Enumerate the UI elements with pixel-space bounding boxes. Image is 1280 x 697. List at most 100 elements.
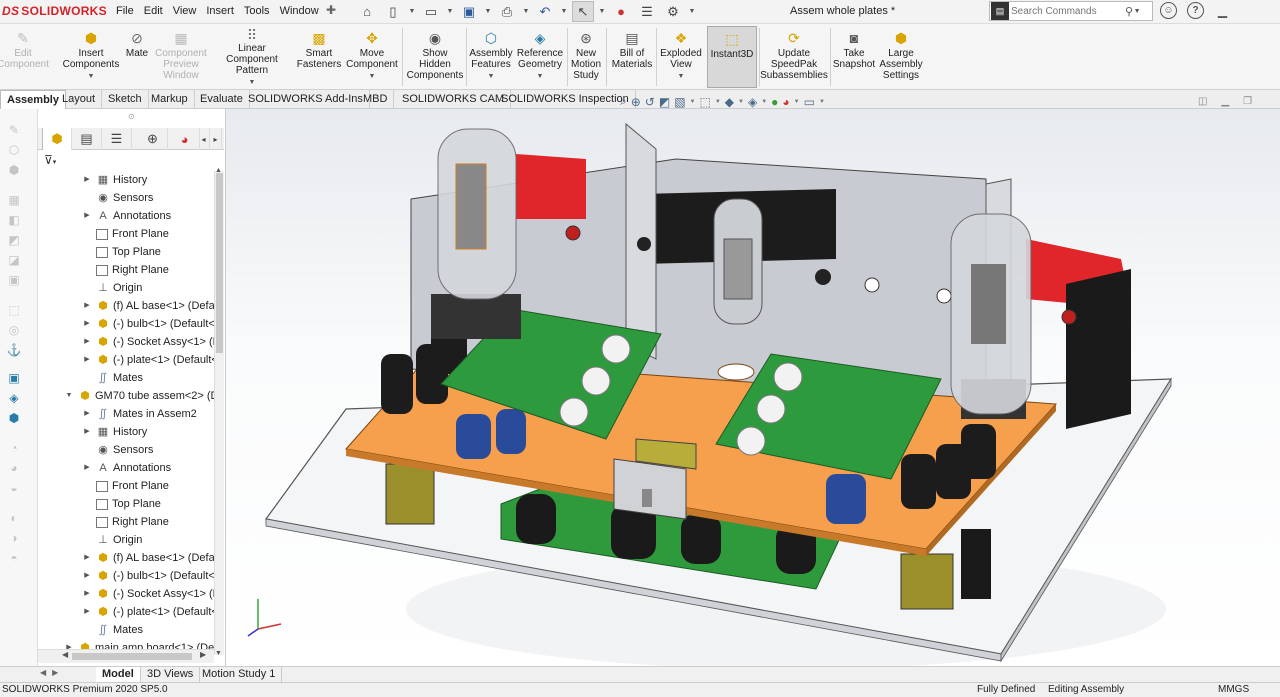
hole-icon[interactable]: ⬢: [6, 163, 22, 177]
tree-row[interactable]: Top Plane: [82, 243, 161, 261]
tree-horizontal-scrollbar[interactable]: ◀ ▶: [38, 649, 214, 663]
graphics-area[interactable]: [226, 109, 1280, 669]
tree-vertical-scrollbar[interactable]: ▲ ▼: [214, 167, 224, 657]
tree-row[interactable]: ▶ ⬢ (-) Socket Assy<1> (D: [82, 585, 214, 603]
scroll-right-icon[interactable]: ▸: [210, 128, 222, 150]
reference-geometry-icon[interactable]: ▣: [6, 371, 22, 385]
take-snapshot-button[interactable]: ◙ Take Snapshot: [832, 26, 876, 88]
dimxpert-tab-icon[interactable]: ⊕: [138, 128, 168, 150]
menu-edit[interactable]: Edit: [144, 5, 163, 17]
deform-icon[interactable]: ◒: [6, 481, 22, 495]
chevron-down-icon[interactable]: ▼: [446, 8, 454, 15]
tab-inspection[interactable]: SOLIDWORKS Inspection: [495, 90, 636, 109]
expand-arrow-icon[interactable]: ▶: [82, 603, 92, 621]
tree-row[interactable]: ◉ Sensors: [82, 441, 153, 459]
dynamic-annotation-icon[interactable]: ▧: [674, 95, 685, 109]
expand-arrow-icon[interactable]: ▶: [82, 171, 92, 189]
select-cursor-icon[interactable]: ↖: [572, 1, 594, 22]
tab-motion-study-1[interactable]: Motion Study 1: [196, 667, 283, 683]
collapse-arrow-icon[interactable]: ▼: [64, 387, 74, 405]
chevron-down-icon[interactable]: ▼: [488, 71, 495, 82]
sketch-icon[interactable]: ✎: [6, 123, 22, 137]
edit-component-button[interactable]: ✎ Edit Component: [0, 26, 49, 88]
new-document-icon[interactable]: ▯: [382, 1, 404, 22]
open-folder-icon[interactable]: ▭: [420, 1, 442, 22]
freeform-icon[interactable]: ◕: [6, 461, 22, 475]
apply-scene-icon[interactable]: ◕: [782, 95, 789, 109]
expand-arrow-icon[interactable]: ▶: [82, 297, 92, 315]
tree-row[interactable]: ▶ ⬢ (-) plate<1> (Default<: [82, 351, 214, 369]
tree-row[interactable]: ▶ ▦ History: [82, 423, 147, 441]
chevron-down-icon[interactable]: ▼: [408, 8, 416, 15]
mirror-icon[interactable]: ⚓: [6, 343, 22, 357]
unit-system[interactable]: MMGS: [1218, 684, 1249, 695]
amplifier-assembly-model[interactable]: [226, 109, 1280, 669]
update-speedpak-button[interactable]: ⟳ Update SpeedPak Subassemblies: [760, 26, 828, 88]
chevron-down-icon[interactable]: ▼: [688, 8, 696, 15]
hide-show-items-icon[interactable]: ◈: [748, 95, 757, 109]
expand-arrow-icon[interactable]: ▶: [82, 207, 92, 225]
pattern-icon[interactable]: ▦: [6, 193, 22, 207]
tab-markup[interactable]: Markup: [145, 90, 195, 109]
zoom-to-area-icon[interactable]: ⊕: [631, 95, 641, 109]
undo-icon[interactable]: ↶: [534, 1, 556, 22]
file-properties-icon[interactable]: ☰: [636, 1, 658, 22]
chevron-down-icon[interactable]: ▼: [738, 99, 744, 105]
tree-row[interactable]: Front Plane: [82, 225, 169, 243]
scale-icon[interactable]: ◓: [6, 551, 22, 565]
move-component-button[interactable]: ✥ Move Component ▼: [345, 26, 399, 88]
exploded-view-button[interactable]: ❖ Exploded View ▼: [658, 26, 704, 88]
tree-row[interactable]: ∬ Mates: [82, 369, 143, 387]
tab-layout[interactable]: Layout: [56, 90, 103, 109]
tree-row[interactable]: ▶ ∬ Mates in Assem2: [82, 405, 196, 423]
chevron-down-icon[interactable]: ▼: [761, 99, 767, 105]
tree-row[interactable]: ⊥ Origin: [82, 279, 142, 297]
expand-arrow-icon[interactable]: ▶: [82, 423, 92, 441]
shell-icon[interactable]: ▣: [6, 273, 22, 287]
panel-grip-icon[interactable]: ⊙: [128, 112, 135, 121]
featuremanager-tab-icon[interactable]: ⬢: [42, 128, 72, 150]
draft-icon[interactable]: ◪: [6, 253, 22, 267]
chevron-down-icon[interactable]: ▼: [794, 99, 800, 105]
previous-view-icon[interactable]: ↺: [645, 95, 655, 109]
chevron-down-icon[interactable]: ▼: [249, 77, 256, 88]
tree-row[interactable]: ⊥ Origin: [82, 531, 142, 549]
tab-navigation-icon[interactable]: ◀▶: [40, 668, 64, 677]
display-style-icon[interactable]: ◆: [725, 95, 734, 109]
chevron-down-icon[interactable]: ▼: [1133, 8, 1141, 15]
tree-row[interactable]: ▶ ⬢ (f) AL base<1> (Defau: [82, 549, 214, 567]
displaymanager-tab-icon[interactable]: ◕: [170, 128, 200, 150]
tab-mbd[interactable]: MBD: [357, 90, 395, 109]
show-hidden-components-button[interactable]: ◉ Show Hidden Components: [406, 26, 464, 88]
extrude-icon[interactable]: ⬡: [6, 143, 22, 157]
edit-appearance-icon[interactable]: ●: [771, 95, 778, 109]
restore-icon[interactable]: ◫: [1198, 96, 1207, 107]
view-settings-icon[interactable]: ▭: [804, 95, 815, 109]
print-icon[interactable]: ⎙: [496, 1, 518, 22]
chevron-down-icon[interactable]: ▼: [715, 99, 721, 105]
tree-row[interactable]: ▶ A Annotations: [82, 459, 171, 477]
component-preview-window-button[interactable]: ▦ Component Preview Window: [152, 26, 210, 88]
smart-fasteners-button[interactable]: ▩ Smart Fasteners: [296, 26, 342, 88]
command-search-icon[interactable]: ▤: [991, 2, 1009, 20]
options-gear-icon[interactable]: ⚙: [662, 1, 684, 22]
chevron-down-icon[interactable]: ▼: [560, 8, 568, 15]
search-icon[interactable]: ⚲: [1125, 5, 1133, 18]
tree-row[interactable]: ▶ ⬢ (-) plate<1> (Default<: [82, 603, 214, 621]
traffic-light-icon[interactable]: ●: [610, 1, 632, 22]
tree-row[interactable]: ▶ ⬢ (-) Socket Assy<1> (D: [82, 333, 214, 351]
wrap-icon[interactable]: ◎: [6, 323, 22, 337]
propertymanager-tab-icon[interactable]: ▤: [72, 128, 102, 150]
zoom-to-fit-icon[interactable]: ⌕: [620, 94, 627, 109]
assembly-features-button[interactable]: ⬡ Assembly Features ▼: [469, 26, 513, 88]
chevron-down-icon[interactable]: ▼: [88, 71, 95, 82]
linear-component-pattern-button[interactable]: ⠿ Linear Component Pattern ▼: [212, 26, 292, 88]
rib-icon[interactable]: ⬚: [6, 303, 22, 317]
curves-icon[interactable]: ◈: [6, 391, 22, 405]
insert-components-button[interactable]: ⬢ Insert Components ▼: [62, 26, 120, 88]
reference-geometry-button[interactable]: ◈ Reference Geometry ▼: [515, 26, 565, 88]
tree-row[interactable]: Right Plane: [82, 513, 169, 531]
tree-row[interactable]: ▶ ⬢ (f) AL base<1> (Defau: [82, 297, 214, 315]
expand-arrow-icon[interactable]: ▶: [82, 315, 92, 333]
flex-icon[interactable]: ◐: [6, 511, 22, 525]
